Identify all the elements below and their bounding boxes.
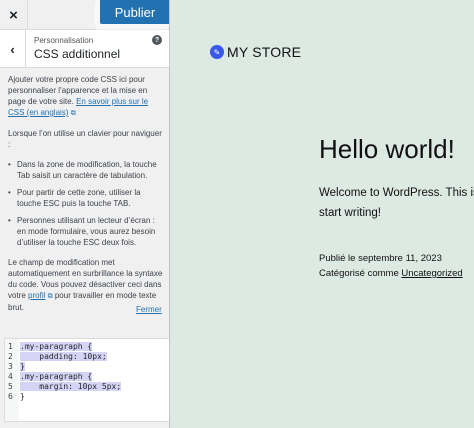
keyboard-tips-list: Dans la zone de modification, la touche … [8, 159, 164, 248]
code-line[interactable]: 2 padding: 10px; [5, 352, 169, 362]
code-text: .my-paragraph { [20, 372, 93, 381]
back-button[interactable]: ‹ [0, 30, 26, 68]
customizer-header: × Publier [0, 0, 169, 56]
site-preview: ✎ MY STORE Hello world! Welcome to WordP… [171, 0, 474, 428]
section-header: ‹ Personnalisation CSS additionnel ? [0, 30, 169, 68]
publish-button[interactable]: Publier [100, 0, 169, 24]
category-prefix: Catégorisé comme [319, 268, 399, 279]
code-text: padding: 10px; [20, 352, 107, 361]
edit-pencil-icon[interactable]: ✎ [210, 45, 224, 59]
code-line[interactable]: 5 margin: 10px 5px; [5, 382, 169, 392]
line-number: 3 [8, 362, 13, 371]
post-date: Publié le septembre 11, 2023 [319, 253, 442, 264]
keyboard-intro: Lorsque l’on utilise un clavier pour nav… [8, 129, 162, 149]
list-item: Personnes utilisant un lecteur d’écran :… [8, 215, 164, 248]
close-customizer-button[interactable]: × [0, 0, 28, 30]
list-item: Dans la zone de modification, la touche … [8, 159, 164, 181]
profile-link[interactable]: profil [28, 291, 45, 300]
code-text: } [20, 392, 25, 401]
code-text: } [20, 362, 25, 371]
code-line[interactable]: 6 } [5, 392, 169, 402]
code-text: margin: 10px 5px; [20, 382, 122, 391]
line-number: 5 [8, 382, 13, 391]
line-number: 1 [8, 342, 13, 351]
close-help-link[interactable]: Fermer [136, 305, 162, 314]
css-code-editor[interactable]: 1 .my-paragraph { 2 padding: 10px; 3 } 4… [4, 338, 169, 422]
help-icon[interactable]: ? [152, 35, 162, 45]
intro-paragraph: Ajouter votre propre code CSS ici pour p… [8, 74, 164, 119]
post-title[interactable]: Hello world! [319, 134, 455, 165]
external-link-icon: ⧉ [47, 293, 53, 300]
code-line[interactable]: 1 .my-paragraph { [5, 342, 169, 352]
code-line[interactable]: 4 .my-paragraph { [5, 372, 169, 382]
line-number: 4 [8, 372, 13, 381]
post-excerpt-line-2: start writing! [319, 207, 381, 219]
post-category: Catégorisé comme Uncategorized [319, 268, 463, 279]
category-link[interactable]: Uncategorized [401, 268, 462, 279]
line-number: 2 [8, 352, 13, 361]
code-line[interactable]: 3 } [5, 362, 169, 372]
code-text: .my-paragraph { [20, 342, 93, 351]
breadcrumb: Personnalisation [34, 36, 94, 45]
site-title[interactable]: MY STORE [227, 44, 301, 60]
customizer-panel: × Publier ‹ Personnalisation CSS additio… [0, 0, 170, 428]
section-title: CSS additionnel [34, 47, 121, 61]
external-link-icon: ⧉ [70, 110, 76, 117]
list-item: Pour partir de cette zone, utiliser la t… [8, 187, 164, 209]
css-description: Ajouter votre propre code CSS ici pour p… [8, 74, 164, 322]
line-number: 6 [8, 392, 13, 401]
post-excerpt-line-1: Welcome to WordPress. This is [319, 187, 474, 199]
